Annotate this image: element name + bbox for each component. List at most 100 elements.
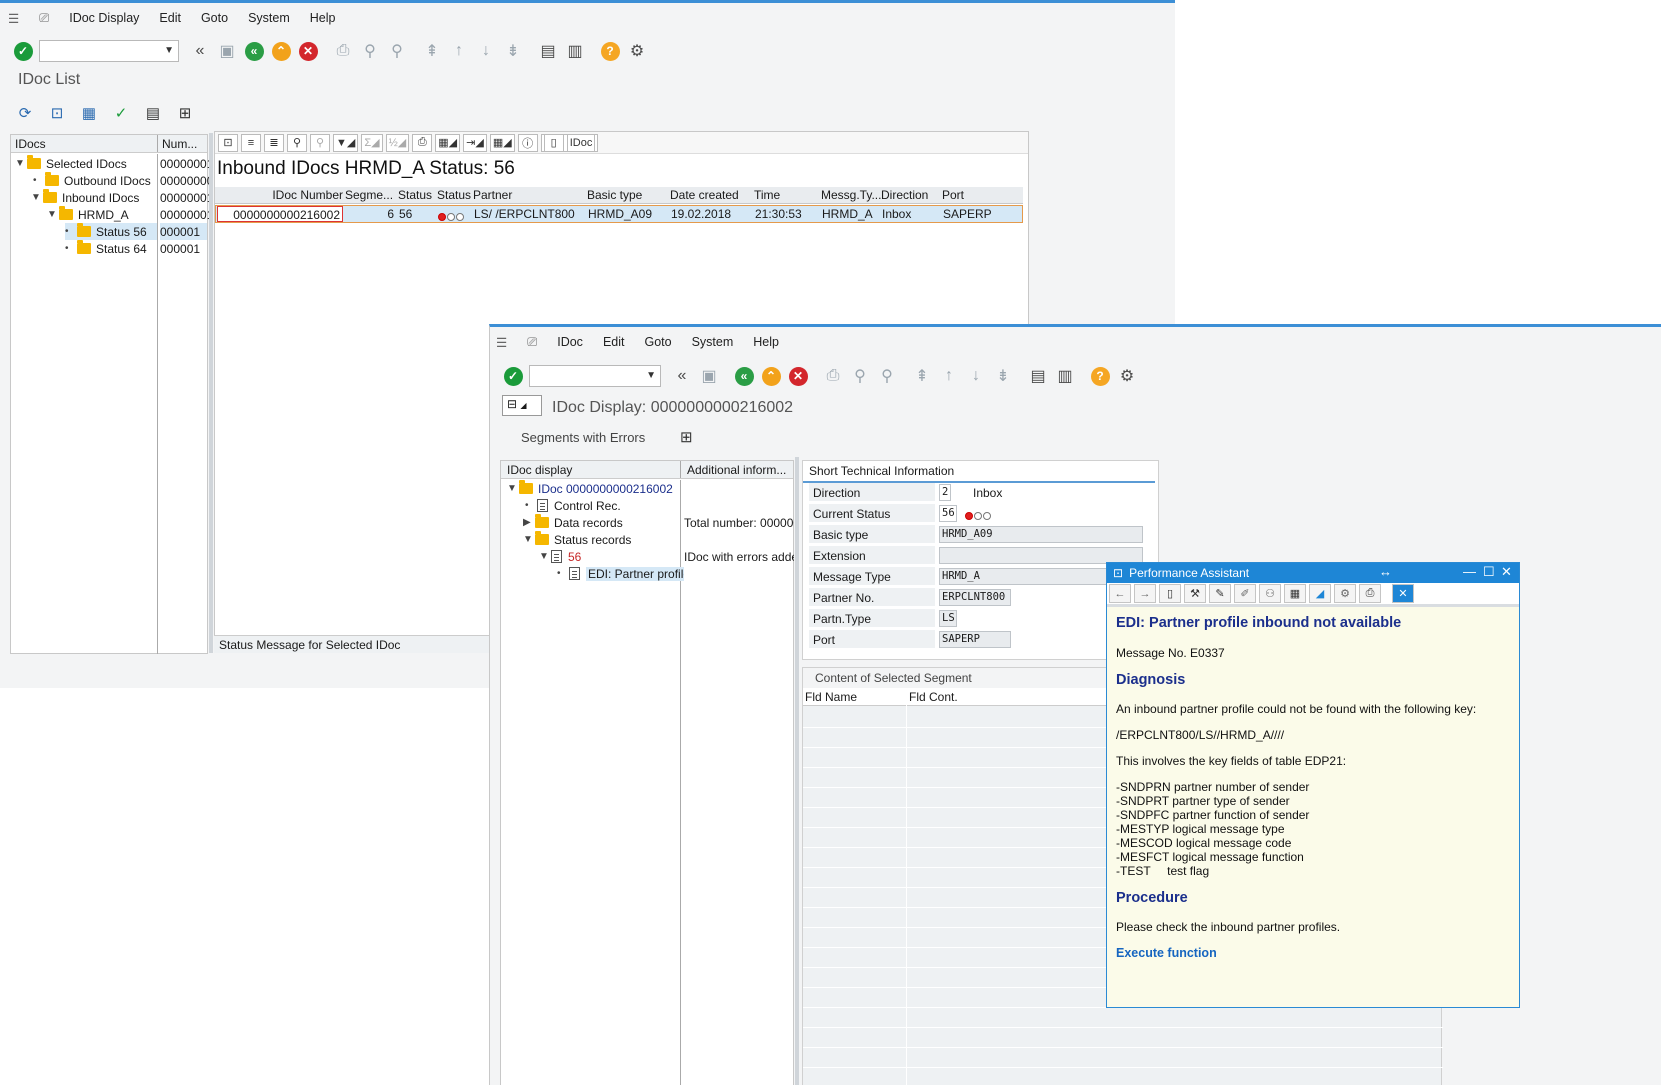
col-direction[interactable]: Direction	[881, 187, 941, 203]
first-page-icon[interactable]: ⇞	[421, 40, 443, 62]
find-icon[interactable]: ⚲	[849, 365, 871, 387]
segments-with-errors-button[interactable]: Segments with Errors	[521, 430, 645, 445]
exit-icon[interactable]: ⌃	[270, 40, 292, 62]
command-field[interactable]: ▼	[39, 40, 179, 62]
menu-system[interactable]: System	[692, 335, 734, 349]
previous-page-icon[interactable]: ↑	[938, 365, 960, 387]
next-page-icon[interactable]: ↓	[475, 40, 497, 62]
menu-system[interactable]: System	[248, 11, 290, 25]
new-session-icon[interactable]: ▤	[537, 40, 559, 62]
assistant-titlebar[interactable]: ⊡ Performance Assistant ↔ — ☐ ✕	[1107, 563, 1519, 583]
tree-node-status-56[interactable]: • Status 56	[65, 223, 157, 240]
sum-icon[interactable]: Σ◢	[361, 133, 383, 152]
find-icon[interactable]: ⚲	[287, 133, 307, 152]
tree-col-additional[interactable]: Additional inform...	[681, 461, 792, 478]
save-icon[interactable]: ▣	[698, 365, 720, 387]
tree-node-status-records[interactable]: ▼ Status records	[523, 531, 631, 548]
tree-node-data-records[interactable]: ▶ Data records	[523, 514, 623, 531]
sort-asc-icon[interactable]: ≡	[241, 133, 261, 152]
last-page-icon[interactable]: ⇟	[992, 365, 1014, 387]
col-status-light[interactable]: Status	[437, 187, 473, 203]
close-icon[interactable]: ✕	[1501, 564, 1512, 580]
technical-info-icon[interactable]: ⚒	[1184, 584, 1206, 603]
menu-goto[interactable]: Goto	[644, 335, 671, 349]
tree-node-edi-partner-profile[interactable]: • EDI: Partner profile	[557, 565, 684, 582]
col-basic-type[interactable]: Basic type	[587, 187, 667, 203]
chevron-down-icon[interactable]: ▼	[539, 551, 551, 562]
tree-structure-icon[interactable]: ⊞	[680, 428, 693, 446]
col-fld-name[interactable]: Fld Name	[805, 690, 857, 704]
last-page-icon[interactable]: ⇟	[502, 40, 524, 62]
cancel-icon[interactable]: ✕	[297, 40, 319, 62]
tree-col-num[interactable]: Num...	[158, 135, 201, 152]
settings-gear-icon[interactable]: ⚙	[1116, 365, 1138, 387]
help-document-icon[interactable]: ▯	[1159, 584, 1181, 603]
collapse-left-icon[interactable]: «	[189, 40, 211, 62]
highlight-icon[interactable]: ◢	[1309, 584, 1331, 603]
menu-goto[interactable]: Goto	[201, 11, 228, 25]
new-session-icon[interactable]: ▤	[1027, 365, 1049, 387]
select-icon[interactable]: ▦	[78, 102, 100, 124]
col-date-created[interactable]: Date created	[670, 187, 752, 203]
col-fld-cont[interactable]: Fld Cont.	[909, 690, 958, 704]
details-icon[interactable]: ⊡	[218, 133, 238, 152]
back-arrow-icon[interactable]: ←	[1109, 584, 1131, 603]
pin-icon[interactable]: ⎚	[39, 11, 49, 26]
info-icon[interactable]: ⓘ	[517, 133, 538, 152]
cell-idoc-number[interactable]: 0000000000216002	[217, 206, 343, 222]
find-icon[interactable]: ⚲	[359, 40, 381, 62]
menu-help[interactable]: Help	[310, 11, 336, 25]
edit-icon[interactable]: ✎	[1209, 584, 1231, 603]
col-segments[interactable]: Segme...	[345, 187, 395, 203]
menu-edit[interactable]: Edit	[603, 335, 625, 349]
settings-icon[interactable]: ⚙	[1334, 584, 1356, 603]
col-message-type[interactable]: Messg.Ty...	[821, 187, 881, 203]
sort-desc-icon[interactable]: ≣	[264, 133, 284, 152]
col-idoc-number[interactable]: IDoc Number	[265, 187, 343, 203]
document-icon[interactable]: ▤	[142, 102, 164, 124]
menu-edit[interactable]: Edit	[159, 11, 181, 25]
glossary-icon[interactable]: ✐	[1234, 584, 1256, 603]
subtotal-icon[interactable]: ½◢	[385, 133, 410, 152]
enter-icon[interactable]: ✓	[12, 40, 34, 62]
save-icon[interactable]: ▣	[216, 40, 238, 62]
tree-node-control-rec[interactable]: • Control Rec.	[525, 497, 621, 514]
layout-icon[interactable]: ▦◢	[489, 133, 515, 152]
chevron-down-icon[interactable]: ▼	[507, 483, 519, 494]
tree-node-inbound[interactable]: ▼ Inbound IDocs	[31, 189, 139, 206]
previous-page-icon[interactable]: ↑	[448, 40, 470, 62]
filter-icon[interactable]: ▼◢	[333, 133, 359, 152]
chevron-right-icon[interactable]: ▶	[523, 517, 535, 528]
cancel-icon[interactable]: ✕	[787, 365, 809, 387]
calendar-icon[interactable]: ▦	[1284, 584, 1306, 603]
display-icon[interactable]: ⊡	[46, 102, 68, 124]
first-page-icon[interactable]: ⇞	[911, 365, 933, 387]
check-cancel-icon[interactable]: ✓	[110, 102, 132, 124]
tree-icon[interactable]: ⊞	[174, 102, 196, 124]
tree-node-status-64[interactable]: • Status 64	[65, 240, 147, 257]
execute-function-link[interactable]: Execute function	[1116, 946, 1510, 960]
menu-icon[interactable]: ☰	[496, 335, 507, 350]
next-page-icon[interactable]: ↓	[965, 365, 987, 387]
command-field[interactable]: ▼	[529, 365, 661, 387]
resize-icon[interactable]: ↔	[1379, 564, 1392, 579]
refresh-icon[interactable]: ⟳	[14, 102, 36, 124]
menu-idoc-display[interactable]: IDoc Display	[69, 11, 139, 25]
shortcut-icon[interactable]: ▥	[564, 40, 586, 62]
chevron-down-icon[interactable]: ▼	[47, 209, 59, 220]
tree-node-status-56[interactable]: ▼ 56	[539, 548, 581, 565]
help-icon[interactable]: ?	[599, 40, 621, 62]
print-icon[interactable]: ⎙	[412, 133, 433, 152]
menu-icon[interactable]: ☰	[8, 11, 19, 26]
menu-idoc[interactable]: IDoc	[557, 335, 583, 349]
find-next-icon[interactable]: ⚲	[310, 133, 330, 152]
chevron-down-icon[interactable]: ▼	[31, 192, 43, 203]
user-icon[interactable]: ⚇	[1259, 584, 1281, 603]
col-partner[interactable]: Partner	[473, 187, 583, 203]
col-time[interactable]: Time	[754, 187, 816, 203]
tree-node-idoc[interactable]: ▼ IDoc 0000000000216002	[507, 480, 673, 497]
menu-help[interactable]: Help	[753, 335, 779, 349]
pin-icon[interactable]: ⎚	[527, 335, 537, 350]
idoc-button[interactable]: ▯ IDoc	[540, 133, 599, 152]
table-row[interactable]: 0000000000216002 6 56 LS/ /ERPCLNT800 HR…	[215, 205, 1023, 223]
